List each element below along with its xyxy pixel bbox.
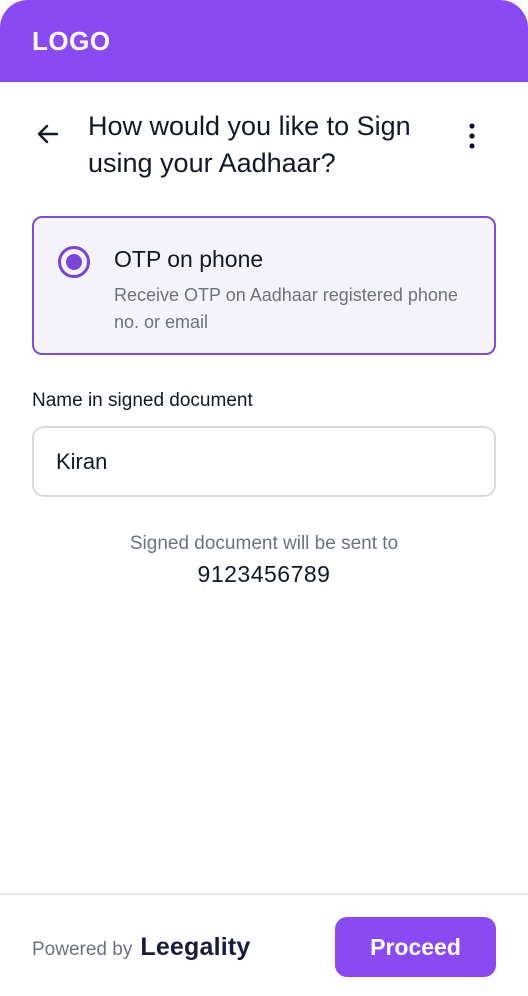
more-vertical-icon xyxy=(469,123,475,149)
radio-button[interactable] xyxy=(58,246,90,278)
page-title: How would you like to Sign using your Aa… xyxy=(88,111,411,178)
option-title: OTP on phone xyxy=(114,246,264,272)
app-header: LOGO xyxy=(0,0,528,82)
name-field-label: Name in signed document xyxy=(32,390,253,411)
powered-by: Powered by Leegality xyxy=(32,933,251,962)
back-button[interactable] xyxy=(32,118,64,150)
otp-on-phone-option[interactable]: OTP on phone Receive OTP on Aadhaar regi… xyxy=(32,216,496,355)
proceed-button[interactable]: Proceed xyxy=(335,917,496,977)
delivery-text: Signed document will be sent to xyxy=(129,533,399,554)
name-input[interactable] xyxy=(32,426,496,497)
signing-screen: LOGO How would you like to Sign using yo… xyxy=(0,0,528,996)
brand-logo: Leegality xyxy=(140,933,251,961)
radio-selected-dot xyxy=(66,254,82,270)
more-options-button[interactable] xyxy=(458,116,486,156)
footer: Powered by Leegality Proceed xyxy=(0,893,528,996)
powered-by-text: Powered by xyxy=(32,939,133,960)
arrow-left-icon xyxy=(37,124,59,144)
delivery-phone: 9123456789 xyxy=(197,561,331,587)
option-description: Receive OTP on Aadhaar registered phone … xyxy=(114,285,458,332)
logo: LOGO xyxy=(32,25,111,56)
